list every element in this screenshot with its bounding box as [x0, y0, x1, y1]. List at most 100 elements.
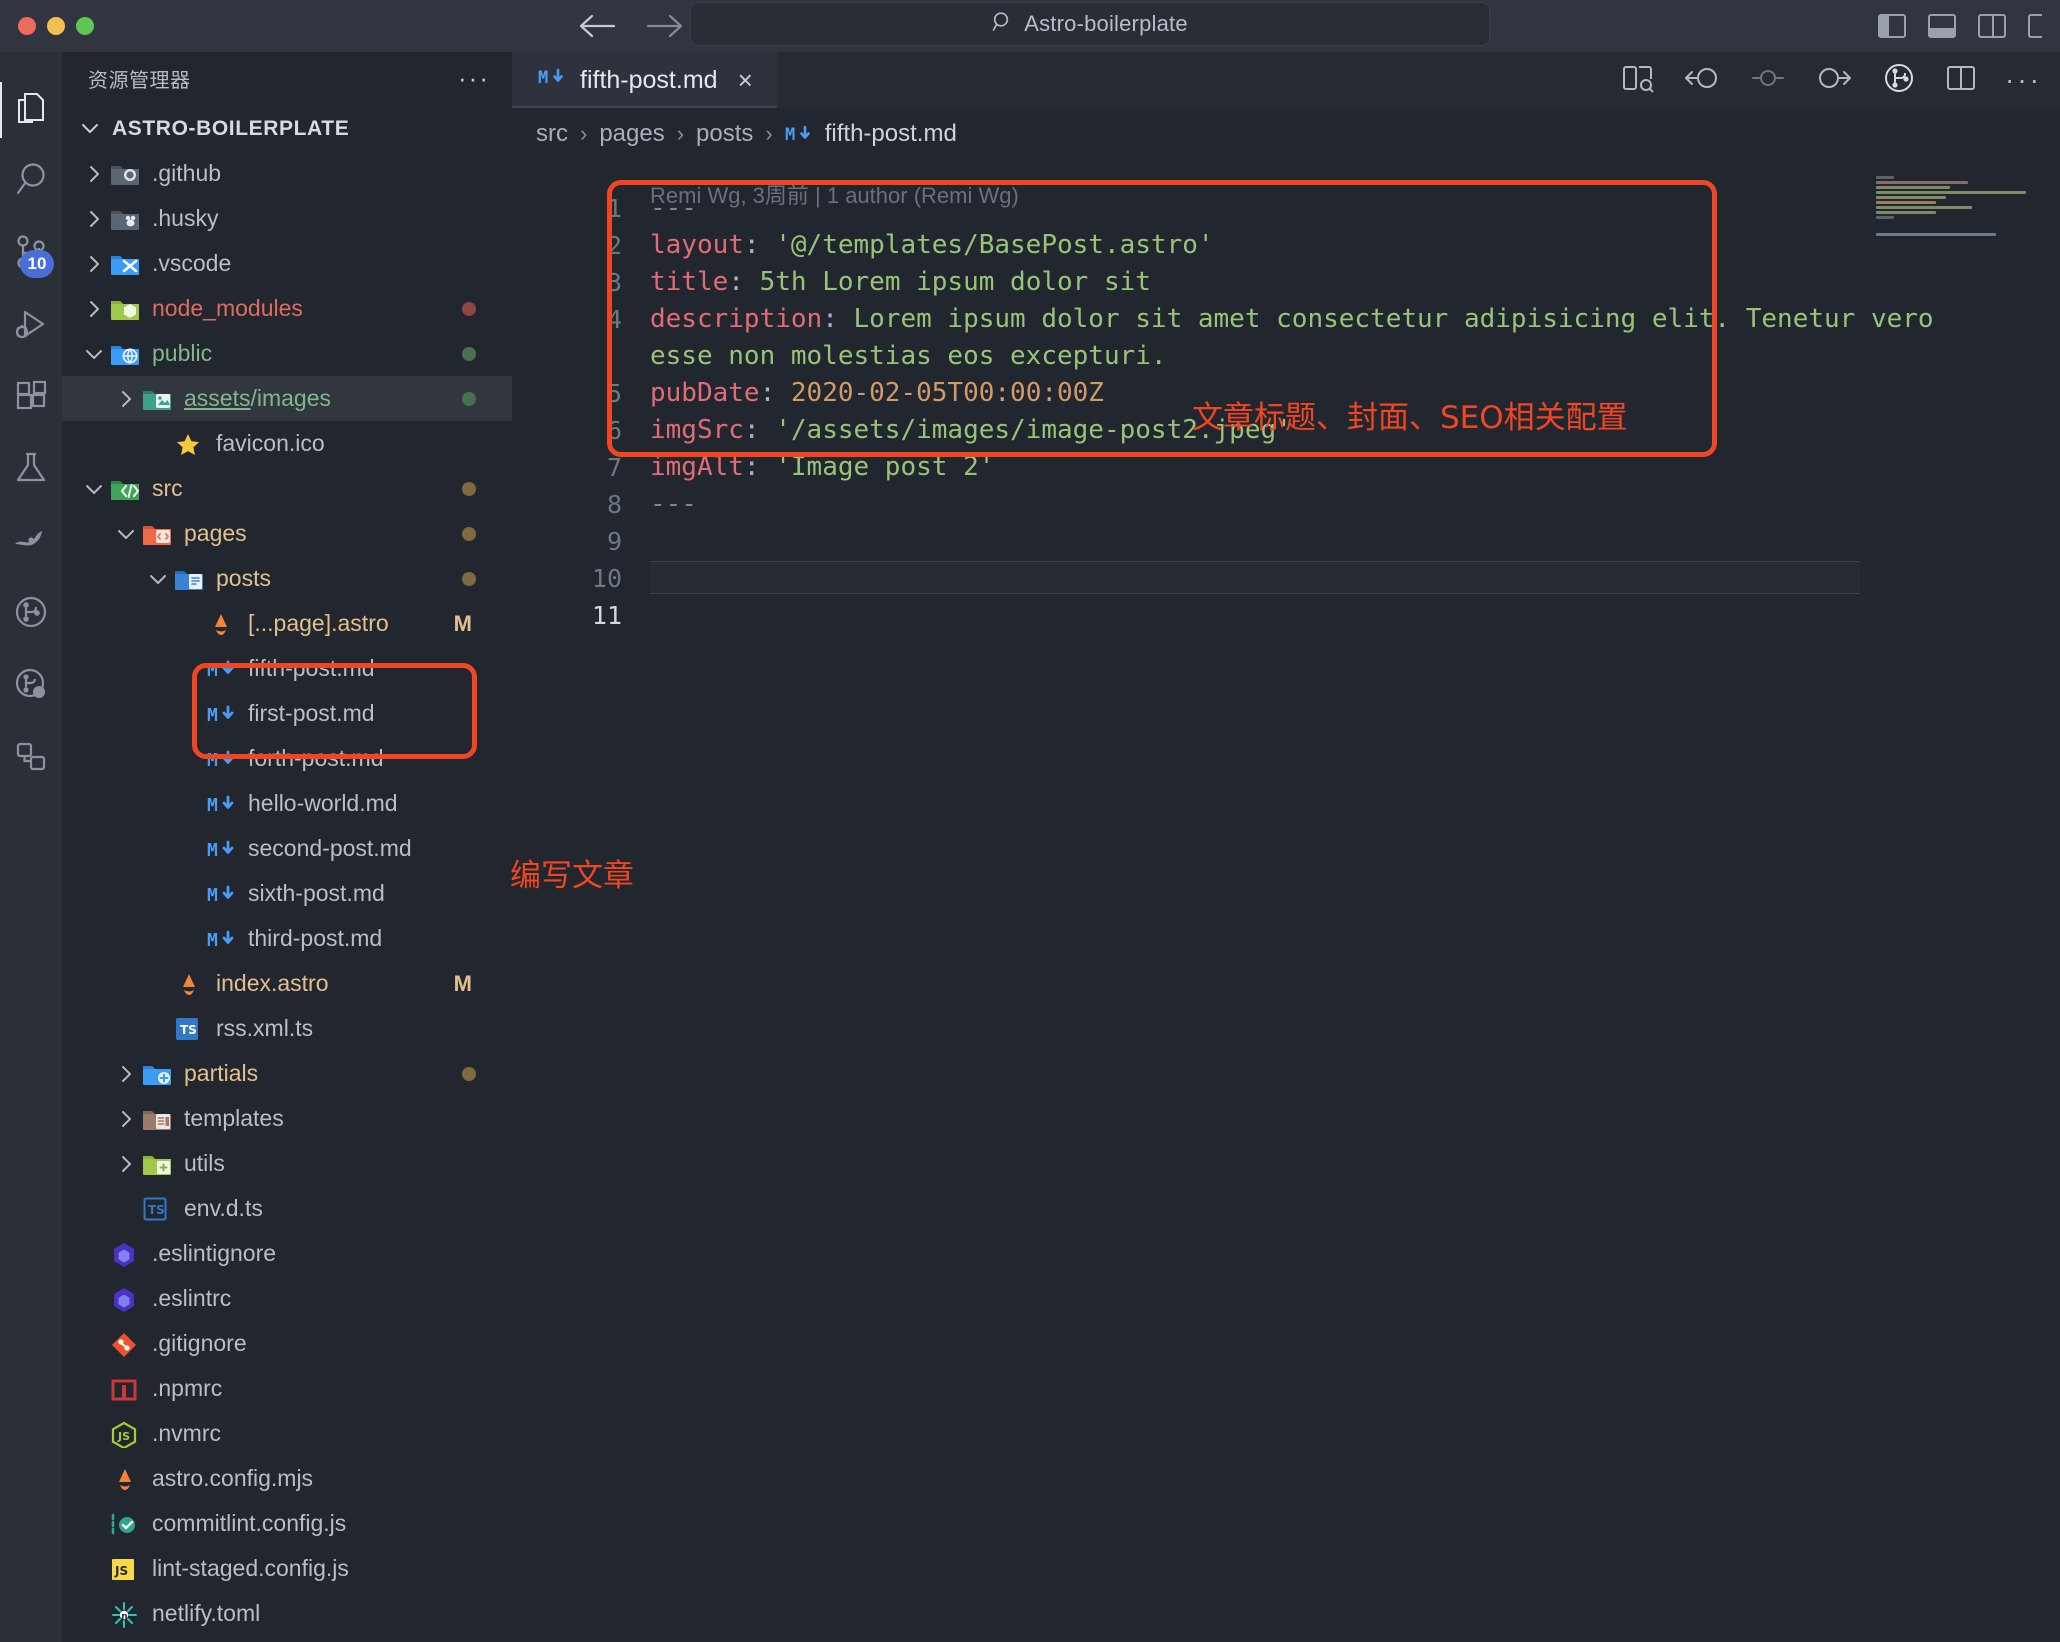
activity-item-git-graph[interactable] [0, 578, 62, 650]
minimize-window-button[interactable] [47, 17, 65, 35]
activity-item-explorer[interactable] [0, 74, 62, 146]
activity-item-extensions[interactable] [0, 362, 62, 434]
code-line[interactable]: title: 5th Lorem ipsum dolor sit [650, 264, 2060, 301]
more-actions-icon[interactable]: ··· [2005, 75, 2042, 85]
activity-item-run-and-debug[interactable] [0, 290, 62, 362]
code-line[interactable] [650, 523, 2060, 560]
chevron-down-icon[interactable] [144, 572, 172, 586]
previous-change-icon[interactable] [1683, 63, 1721, 98]
tree-item-pages[interactable]: pages [62, 511, 512, 556]
tree-item-first-post-md[interactable]: Mfirst-post.md [62, 691, 512, 736]
tree-item-lint-staged-config-js[interactable]: JSlint-staged.config.js [62, 1546, 512, 1591]
code-editor[interactable]: Remi Wg, 3周前 | 1 author (Remi Wg) 123456… [512, 160, 2060, 1642]
tree-item-netlify-toml[interactable]: nnetlify.toml [62, 1591, 512, 1636]
tree-item-vscode[interactable]: .vscode [62, 241, 512, 286]
tree-item-hello-world-md[interactable]: Mhello-world.md [62, 781, 512, 826]
chevron-right-icon[interactable] [112, 1109, 140, 1129]
chevron-right-icon[interactable] [112, 389, 140, 409]
code-line[interactable]: layout: '@/templates/BasePost.astro' [650, 227, 2060, 264]
minimap[interactable] [1868, 174, 2046, 270]
tree-item-posts[interactable]: posts [62, 556, 512, 601]
quick-open-search[interactable]: Astro-boilerplate [690, 2, 1490, 46]
tree-item-templates[interactable]: templates [62, 1096, 512, 1141]
activity-item-source-control[interactable]: 10 [0, 218, 62, 290]
customize-layout-icon[interactable] [2028, 14, 2042, 38]
chevron-down-icon[interactable] [112, 527, 140, 541]
tree-item-github[interactable]: .github [62, 151, 512, 196]
tree-item-gitignore[interactable]: .gitignore [62, 1321, 512, 1366]
tree-item-assets-images[interactable]: assets/images [62, 376, 512, 421]
toggle-panel-icon[interactable] [1928, 14, 1956, 38]
tree-item-rss-xml-ts[interactable]: TSrss.xml.ts [62, 1006, 512, 1051]
editor-actions[interactable]: ··· [1621, 52, 2042, 108]
git-graph-icon[interactable] [1881, 61, 1917, 100]
tab-fifth-post-md[interactable]: M fifth-post.md × [512, 52, 777, 108]
tree-item-third-post-md[interactable]: Mthird-post.md [62, 916, 512, 961]
layout-controls[interactable] [1878, 0, 2050, 52]
chevron-right-icon[interactable] [112, 1064, 140, 1084]
code-line[interactable]: --- [650, 190, 2060, 227]
code-line[interactable] [650, 597, 2060, 634]
tree-item-public[interactable]: public [62, 331, 512, 376]
tree-item-label: partials [184, 1060, 258, 1087]
back-arrow-icon[interactable] [578, 13, 616, 39]
chevron-right-icon[interactable] [80, 299, 108, 319]
open-changes-icon[interactable] [1621, 63, 1655, 98]
forward-arrow-icon[interactable] [646, 13, 684, 39]
tree-item-utils[interactable]: utils [62, 1141, 512, 1186]
tree-item-astro-config-mjs[interactable]: astro.config.mjs [62, 1456, 512, 1501]
activity-item-search[interactable] [0, 146, 62, 218]
tree-item-eslintrc[interactable]: .eslintrc [62, 1276, 512, 1321]
tree-item-npmrc[interactable]: .npmrc [62, 1366, 512, 1411]
next-change-icon[interactable] [1815, 63, 1853, 98]
tree-item-src[interactable]: src [62, 466, 512, 511]
close-window-button[interactable] [18, 17, 36, 35]
chevron-right-icon[interactable] [80, 254, 108, 274]
chevron-right-icon[interactable] [80, 209, 108, 229]
breadcrumb-item-posts[interactable]: posts [696, 120, 753, 148]
activity-item-tabnine[interactable] [0, 506, 62, 578]
current-change-icon[interactable] [1749, 63, 1787, 98]
tree-item-forth-post-md[interactable]: Mforth-post.md [62, 736, 512, 781]
close-tab-icon[interactable]: × [738, 65, 753, 96]
navigation-arrows[interactable] [578, 0, 684, 52]
code-line[interactable]: esse non molestias eos excepturi. [650, 338, 2060, 375]
tree-item-partials[interactable]: partials [62, 1051, 512, 1096]
tree-item-favicon-ico[interactable]: favicon.ico [62, 421, 512, 466]
activity-item-gitlens[interactable] [0, 650, 62, 722]
breadcrumb-item-pages[interactable]: pages [599, 120, 664, 148]
tree-item-page-astro[interactable]: [...page].astroM [62, 601, 512, 646]
tree-item-commitlint-config-js[interactable]: commitlint.config.js [62, 1501, 512, 1546]
tree-item-node-modules[interactable]: node_modules [62, 286, 512, 331]
tree-item-second-post-md[interactable]: Msecond-post.md [62, 826, 512, 871]
window-controls[interactable] [18, 17, 94, 35]
tree-item-fifth-post-md[interactable]: Mfifth-post.md [62, 646, 512, 691]
tree-item-sixth-post-md[interactable]: Msixth-post.md [62, 871, 512, 916]
tree-item-label: .eslintignore [152, 1240, 276, 1267]
tree-item-index-astro[interactable]: index.astroM [62, 961, 512, 1006]
code-line[interactable]: --- [650, 486, 2060, 523]
breadcrumb-item-file[interactable]: fifth-post.md [825, 120, 957, 148]
maximize-window-button[interactable] [76, 17, 94, 35]
markdown-icon: M [204, 834, 238, 864]
chevron-right-icon[interactable] [112, 1154, 140, 1174]
chevron-down-icon[interactable] [80, 482, 108, 496]
code-line[interactable]: description: Lorem ipsum dolor sit amet … [650, 301, 2060, 338]
code-line[interactable]: imgAlt: 'Image post 2' [650, 449, 2060, 486]
tree-item-husky[interactable]: .husky [62, 196, 512, 241]
tree-item-nvmrc[interactable]: JS.nvmrc [62, 1411, 512, 1456]
split-editor-icon[interactable] [1945, 64, 1977, 97]
tree-root-row[interactable]: ASTRO-BOILERPLATE [62, 106, 512, 151]
breadcrumb-item-src[interactable]: src [536, 120, 568, 148]
activity-item-testing[interactable] [0, 434, 62, 506]
toggle-primary-sidebar-icon[interactable] [1878, 14, 1906, 38]
toggle-secondary-sidebar-icon[interactable] [1978, 14, 2006, 38]
activity-item-remote-explorer[interactable] [0, 722, 62, 794]
explorer-more-actions-icon[interactable]: ··· [458, 73, 490, 83]
chevron-right-icon[interactable] [80, 164, 108, 184]
tree-item-eslintignore[interactable]: .eslintignore [62, 1231, 512, 1276]
breadcrumb[interactable]: src › pages › posts › M fifth-post.md [512, 108, 2060, 160]
line-number: 1 [512, 190, 632, 227]
tree-item-env-d-ts[interactable]: TSenv.d.ts [62, 1186, 512, 1231]
chevron-down-icon[interactable] [80, 347, 108, 361]
